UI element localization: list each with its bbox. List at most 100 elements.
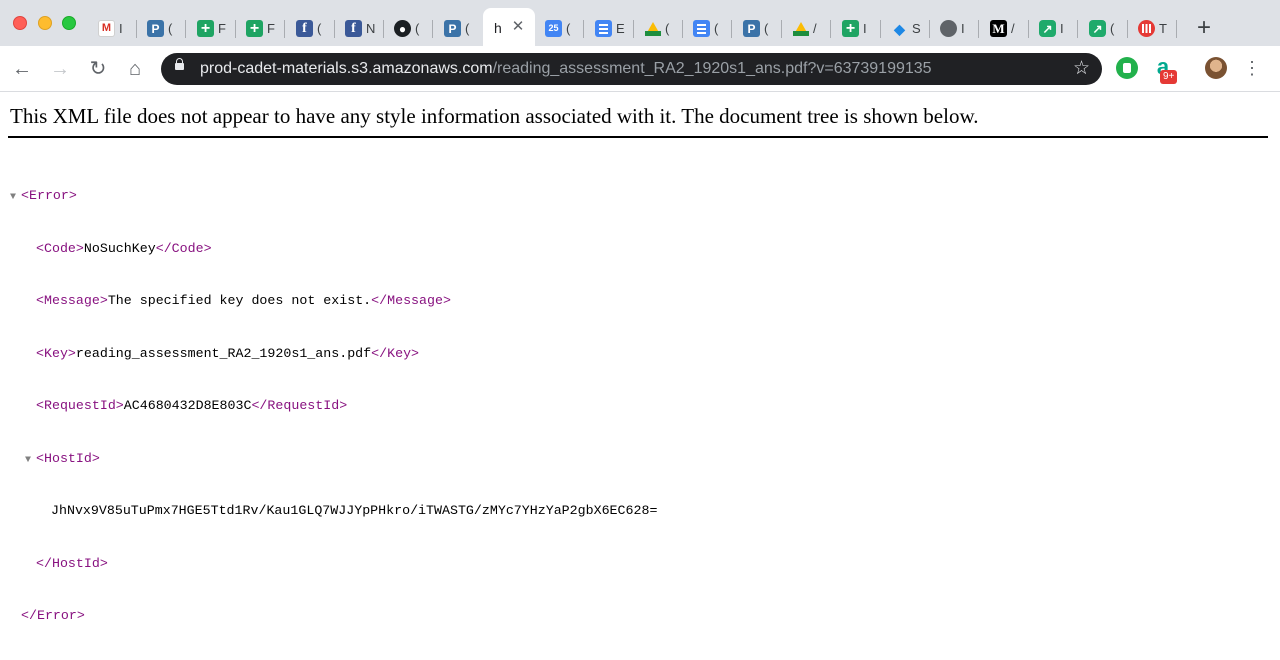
- xml-tag: <Error>: [21, 188, 77, 203]
- collapse-triangle-icon[interactable]: ▼: [10, 189, 21, 207]
- maximize-window-button[interactable]: [62, 16, 76, 30]
- bookmark-star-icon[interactable]: ☆: [1073, 58, 1090, 80]
- xml-style-notice: This XML file does not appear to have an…: [10, 104, 979, 128]
- minimize-window-button[interactable]: [38, 16, 52, 30]
- address-bar[interactable]: prod-cadet-materials.s3.amazonaws.com/re…: [161, 53, 1102, 85]
- browser-toolbar: ← → ↻ ⌂ prod-cadet-materials.s3.amazonaw…: [0, 46, 1280, 92]
- facebook-icon: f: [296, 20, 313, 37]
- tab-title: F: [218, 21, 226, 36]
- tab-title: (: [465, 21, 470, 36]
- p-icon: P: [147, 20, 164, 37]
- url-text[interactable]: prod-cadet-materials.s3.amazonaws.com/re…: [200, 60, 932, 78]
- tab-title: S: [912, 21, 921, 36]
- browser-tab[interactable]: (: [683, 8, 732, 46]
- teal-app-icon: ↗: [1039, 20, 1056, 37]
- lock-icon[interactable]: [175, 58, 184, 70]
- tab-title: (: [764, 21, 769, 36]
- drive-icon: [644, 20, 661, 37]
- extension-green-icon[interactable]: [1116, 57, 1138, 79]
- collapse-triangle-icon[interactable]: ▼: [25, 452, 36, 470]
- xml-error-close-line: </Error>: [10, 607, 657, 625]
- gmail-icon: M: [98, 20, 115, 37]
- medium-icon: M: [990, 20, 1007, 37]
- browser-tab[interactable]: f(: [286, 8, 335, 46]
- reload-button[interactable]: ↻: [86, 57, 110, 81]
- browser-tab[interactable]: + I: [832, 8, 881, 46]
- docs-icon: [693, 20, 710, 37]
- tab-separator: [830, 20, 831, 38]
- tab-title: (: [665, 21, 670, 36]
- xml-tag: <RequestId>: [36, 398, 124, 413]
- new-tab-button[interactable]: +: [1190, 14, 1218, 42]
- browser-tab[interactable]: + F: [187, 8, 236, 46]
- docs-icon: [595, 20, 612, 37]
- chrome-menu-icon[interactable]: ⋮: [1242, 57, 1262, 79]
- profile-avatar[interactable]: [1205, 57, 1227, 79]
- browser-tab[interactable]: P(: [137, 8, 186, 46]
- browser-tab[interactable]: P(: [733, 8, 782, 46]
- tab-title: I: [863, 21, 867, 36]
- xml-tree: ▼ <Error> <Code>NoSuchKey</Code> <Message…: [10, 152, 657, 660]
- page-content: This XML file does not appear to have an…: [0, 92, 1280, 623]
- tab-title: /: [813, 21, 817, 36]
- sheets-icon: +: [246, 20, 263, 37]
- xml-tag: <HostId>: [36, 450, 100, 466]
- close-window-button[interactable]: [13, 16, 27, 30]
- xml-code-line: <Code>NoSuchKey</Code>: [10, 240, 657, 258]
- tab-title: (: [714, 21, 719, 36]
- forward-button[interactable]: →: [48, 57, 72, 81]
- home-button[interactable]: ⌂: [123, 57, 147, 81]
- browser-tab[interactable]: 25 (: [535, 8, 584, 46]
- sheets-icon: +: [842, 20, 859, 37]
- tab-title: (: [1110, 21, 1115, 36]
- tab-close-icon[interactable]: ✕: [510, 19, 526, 35]
- browser-tab[interactable]: T: [1128, 8, 1177, 46]
- github-icon: ●: [394, 20, 411, 37]
- tab-title: I: [1060, 21, 1064, 36]
- tab-title: I: [961, 21, 965, 36]
- browser-tab[interactable]: ↗(: [1079, 8, 1128, 46]
- tab-title: I: [119, 21, 123, 36]
- tab-title: (: [566, 21, 571, 36]
- p-icon: P: [444, 20, 461, 37]
- browser-tab[interactable]: MI: [88, 8, 137, 46]
- xml-tag: <Key>: [36, 345, 76, 361]
- xml-code-value: NoSuchKey: [83, 240, 156, 256]
- xml-tag: <Message>: [36, 293, 108, 308]
- tab-active[interactable]: h ✕: [483, 8, 535, 46]
- xml-tag: </Error>: [21, 608, 85, 623]
- browser-tab[interactable]: ●(: [384, 8, 433, 46]
- back-button[interactable]: ←: [10, 57, 34, 81]
- browser-tab[interactable]: ◆ S: [881, 8, 930, 46]
- xml-tag: <Code>: [36, 240, 84, 256]
- xml-key-line: <Key>reading_assessment_RA2_1920s1_ans.p…: [10, 345, 657, 363]
- tab-separator: [731, 20, 732, 38]
- tab-separator: [432, 20, 433, 38]
- tab-strip: M I P(+ F + Ff(f N ●(P(h ✕ 25(E((P(/ + I ◆ S I M / ↗ I ↗(T …: [0, 0, 1280, 46]
- browser-tab[interactable]: I: [930, 8, 979, 46]
- browser-tab[interactable]: M /: [980, 8, 1029, 46]
- xml-message-value: The specified key does not exist.: [107, 293, 372, 308]
- drive-icon: [792, 20, 809, 37]
- browser-tab[interactable]: + F: [236, 8, 285, 46]
- browser-tab[interactable]: E: [585, 8, 634, 46]
- xml-hostid-close-line: </HostId>: [10, 555, 657, 573]
- notice-divider: [8, 136, 1268, 138]
- url-path: /reading_assessment_RA2_1920s1_ans.pdf?v…: [492, 60, 932, 77]
- xml-tag: </RequestId>: [251, 398, 348, 413]
- tab-title: E: [616, 21, 625, 36]
- browser-tab[interactable]: fN: [335, 8, 384, 46]
- tab-title: (: [317, 21, 322, 36]
- calendar-icon: 25: [545, 20, 562, 37]
- browser-tab[interactable]: /: [782, 8, 831, 46]
- browser-tab[interactable]: (: [634, 8, 683, 46]
- browser-tab[interactable]: P(: [434, 8, 483, 46]
- tab-title: T: [1159, 21, 1167, 36]
- tab-separator: [284, 20, 285, 38]
- xml-requestid-line: <RequestId>AC4680432D8E803C</RequestId>: [10, 397, 657, 415]
- p-icon: P: [743, 20, 760, 37]
- xml-tag: </Message>: [371, 293, 451, 308]
- browser-tab[interactable]: ↗ I: [1029, 8, 1078, 46]
- tab-title: F: [267, 21, 275, 36]
- tab-separator: [978, 20, 979, 38]
